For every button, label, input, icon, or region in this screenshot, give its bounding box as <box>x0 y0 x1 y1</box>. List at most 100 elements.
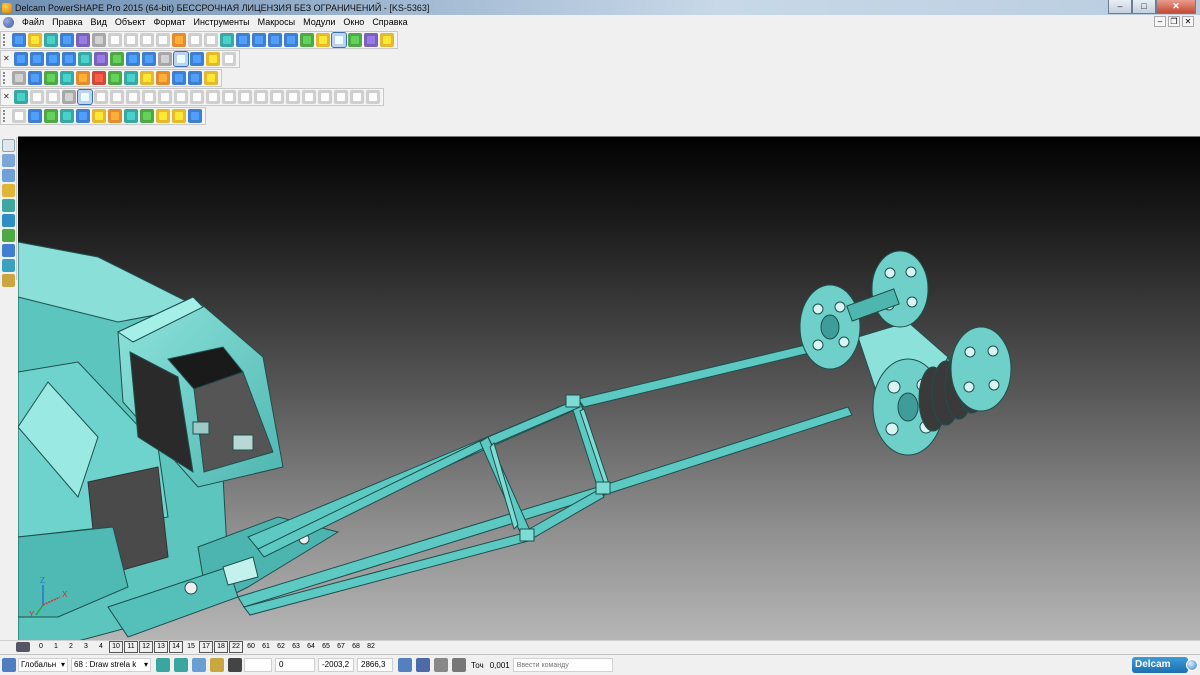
menu-tools[interactable]: Инструменты <box>189 15 253 29</box>
grid-icon[interactable] <box>228 658 242 672</box>
workplane-icon[interactable] <box>236 32 250 47</box>
solid-chamfer-icon[interactable] <box>286 89 300 104</box>
wireframe-icon[interactable] <box>158 51 172 66</box>
solid-mirror-icon[interactable] <box>366 89 380 104</box>
solid-extrude-icon[interactable] <box>158 89 172 104</box>
shaded-icon[interactable] <box>331 31 347 48</box>
solid-intersect-icon[interactable] <box>238 89 252 104</box>
calculator-icon[interactable] <box>416 658 430 672</box>
zoom-in-icon[interactable] <box>110 51 124 66</box>
workplane-select-icon[interactable] <box>2 658 16 672</box>
solid-box-icon[interactable] <box>77 88 93 105</box>
level-button[interactable]: 3 <box>79 642 93 652</box>
coordinate-list-icon[interactable] <box>398 658 412 672</box>
view-top-icon[interactable] <box>14 51 28 66</box>
level-button[interactable]: 2 <box>64 642 78 652</box>
solid-subtract-icon[interactable] <box>222 89 236 104</box>
edit-icon[interactable] <box>2 274 15 287</box>
delete-icon[interactable] <box>140 32 154 47</box>
feature-tree-icon[interactable] <box>14 89 28 104</box>
pointer-icon[interactable] <box>2 139 15 152</box>
solid-thicken-icon[interactable] <box>318 89 332 104</box>
level-button-active[interactable]: 22 <box>229 641 243 653</box>
view-right-icon[interactable] <box>46 51 60 66</box>
level-button[interactable]: 65 <box>319 642 333 652</box>
toolbar-grip[interactable] <box>3 33 9 46</box>
move-icon[interactable] <box>60 70 74 85</box>
level-button[interactable]: 63 <box>289 642 303 652</box>
menu-file[interactable]: Файл <box>18 15 48 29</box>
level-button-active[interactable]: 17 <box>199 641 213 653</box>
solid-create-icon[interactable] <box>2 214 15 227</box>
zoom-out-icon[interactable] <box>126 51 140 66</box>
analyse-icon[interactable] <box>204 70 218 85</box>
solid-spring-icon[interactable] <box>142 89 156 104</box>
solid-cone-icon[interactable] <box>94 89 108 104</box>
level-button[interactable]: 0 <box>34 642 48 652</box>
line-icon[interactable] <box>252 32 266 47</box>
level-button-active[interactable]: 12 <box>139 641 153 653</box>
patch-icon[interactable] <box>172 108 186 123</box>
minimize-button[interactable]: – <box>1108 0 1132 14</box>
curve-create-icon[interactable] <box>2 184 15 197</box>
paste-icon[interactable] <box>124 32 138 47</box>
doc-minimize-button[interactable]: – <box>1154 16 1166 27</box>
menu-view[interactable]: Вид <box>87 15 111 29</box>
loft-icon[interactable] <box>92 108 106 123</box>
revolve-icon[interactable] <box>76 108 90 123</box>
fillet-icon[interactable] <box>188 108 202 123</box>
surface-create-icon[interactable] <box>2 199 15 212</box>
app-icon[interactable] <box>2 2 12 13</box>
solid-cut-icon[interactable] <box>254 89 268 104</box>
cut-icon[interactable] <box>92 32 106 47</box>
tolerance-icon[interactable] <box>452 658 466 672</box>
ball-icon[interactable] <box>92 70 106 85</box>
level-button-active[interactable]: 14 <box>169 641 183 653</box>
solid-fillet-icon[interactable] <box>270 89 284 104</box>
mesh-icon[interactable] <box>348 32 362 47</box>
level-button[interactable]: 64 <box>304 642 318 652</box>
fill-in-icon[interactable] <box>124 108 138 123</box>
zoom-fit-icon[interactable] <box>142 51 156 66</box>
menu-modules[interactable]: Модули <box>299 15 339 29</box>
coord-x-field[interactable]: -2003,2 <box>318 658 354 672</box>
snap-icon[interactable] <box>210 658 224 672</box>
level-button[interactable]: 68 <box>349 642 363 652</box>
toolbar-close-icon[interactable]: ✕ <box>3 92 11 101</box>
shaded-wire-icon[interactable] <box>190 51 204 66</box>
solid-block-icon[interactable] <box>46 89 60 104</box>
redo-icon[interactable] <box>188 32 202 47</box>
level-button[interactable]: 62 <box>274 642 288 652</box>
close-button[interactable]: ✕ <box>1156 0 1196 14</box>
zoom-box-icon[interactable] <box>94 51 108 66</box>
point-icon[interactable] <box>2 169 15 182</box>
select-filter-icon[interactable] <box>192 658 206 672</box>
general-edit-icon[interactable] <box>156 658 170 672</box>
blank-field[interactable] <box>244 658 272 672</box>
menu-window[interactable]: Окно <box>339 15 368 29</box>
surface-primitive-icon[interactable] <box>12 108 26 123</box>
text-icon[interactable] <box>2 259 15 272</box>
levels-icon[interactable] <box>16 642 30 652</box>
view-iso-icon[interactable] <box>62 51 76 66</box>
shading-icon[interactable] <box>173 50 189 67</box>
level-button-active[interactable]: 13 <box>154 641 168 653</box>
level-button[interactable]: 15 <box>184 642 198 652</box>
blocks-icon[interactable] <box>156 70 170 85</box>
assembly-icon[interactable] <box>188 70 202 85</box>
curve-icon[interactable] <box>284 32 298 47</box>
electrode-icon[interactable] <box>364 32 378 47</box>
wand-icon[interactable] <box>380 32 394 47</box>
solid-torus-icon[interactable] <box>126 89 140 104</box>
workplane-dropdown[interactable]: Глобальн ▾ <box>18 658 68 672</box>
toolbar-close-icon[interactable]: ✕ <box>3 54 11 63</box>
doc-restore-button[interactable]: ❐ <box>1168 16 1180 27</box>
level-button-active[interactable]: 18 <box>214 641 228 653</box>
history-icon[interactable] <box>30 89 44 104</box>
copy-icon[interactable] <box>108 32 122 47</box>
level-button[interactable]: 1 <box>49 642 63 652</box>
hand-pan-icon[interactable] <box>222 51 236 66</box>
maximize-button[interactable]: □ <box>1132 0 1156 14</box>
drive-curve-icon[interactable] <box>44 108 58 123</box>
transform-icon[interactable] <box>44 70 58 85</box>
